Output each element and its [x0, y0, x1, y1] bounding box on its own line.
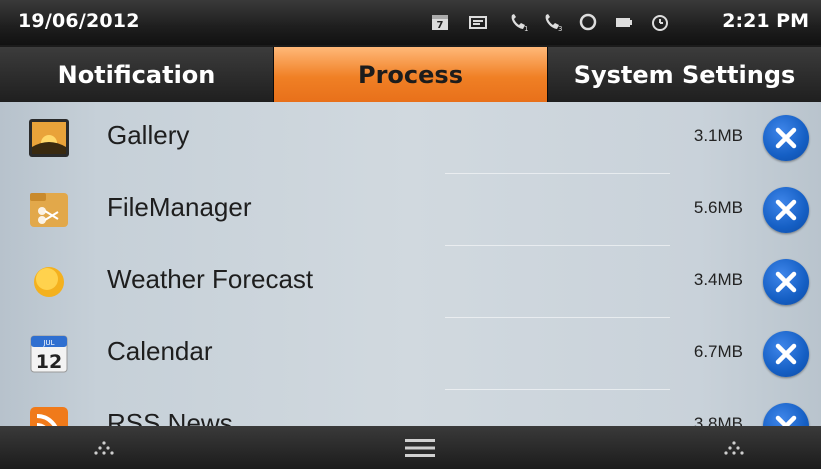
process-size: 5.6MB: [693, 198, 743, 217]
left-dots-button[interactable]: [64, 426, 144, 469]
tab-bar: Notification Process System Settings: [0, 47, 821, 102]
process-size: 6.7MB: [693, 342, 743, 361]
left-dots-icon: [94, 440, 114, 455]
process-row-weather[interactable]: Weather Forecast 3.4MB: [0, 246, 821, 318]
process-name: FileManager: [107, 192, 252, 222]
process-size: 3.8MB: [693, 414, 743, 426]
close-icon: [775, 199, 797, 221]
call-line-1-icon: 1: [511, 14, 528, 32]
process-row-calendar[interactable]: JUL 12 Calendar 6.7MB: [0, 318, 821, 390]
process-name: Calendar: [107, 336, 213, 366]
calendar-icon-day: 12: [36, 351, 62, 373]
voicemail-icon: [469, 16, 487, 29]
svg-text:1: 1: [524, 25, 528, 32]
process-screen: 19/06/2012 7 1 3 2:21 PM Notification Pr…: [0, 0, 821, 469]
svg-text:7: 7: [437, 20, 444, 31]
status-date: 19/06/2012: [18, 10, 140, 32]
status-bar: 19/06/2012 7 1 3 2:21 PM: [0, 0, 821, 45]
tab-system-settings[interactable]: System Settings: [548, 47, 821, 102]
call-line-3-icon: 3: [545, 14, 562, 32]
kill-process-button[interactable]: [763, 403, 809, 426]
process-size: 3.4MB: [693, 270, 743, 289]
process-name: Gallery: [107, 120, 190, 150]
calendar-icon-month: JUL: [42, 339, 54, 347]
kill-process-button[interactable]: [763, 259, 809, 305]
menu-button[interactable]: [380, 426, 460, 469]
tab-notification[interactable]: Notification: [0, 47, 274, 102]
status-time: 2:21 PM: [722, 10, 809, 32]
close-icon: [775, 415, 797, 426]
kill-process-button[interactable]: [763, 187, 809, 233]
calendar-7-icon: 7: [432, 15, 448, 31]
kill-process-button[interactable]: [763, 331, 809, 377]
gallery-icon: [29, 119, 69, 157]
close-icon: [775, 127, 797, 149]
tab-process[interactable]: Process: [274, 47, 548, 102]
process-size: 3.1MB: [693, 126, 743, 145]
process-name: RSS News: [107, 408, 233, 426]
sync-icon: [579, 13, 597, 31]
close-icon: [775, 271, 797, 293]
weather-icon: [34, 267, 64, 297]
calendar-icon: JUL 12: [30, 335, 68, 373]
bottom-nav-bar: [0, 426, 821, 469]
svg-text:3: 3: [558, 25, 562, 32]
process-row-filemanager[interactable]: FileManager 5.6MB: [0, 174, 821, 246]
process-row-rss-news[interactable]: RSS News 3.8MB: [0, 390, 821, 426]
process-row-gallery[interactable]: Gallery 3.1MB: [0, 102, 821, 174]
right-dots-icon: [724, 440, 744, 455]
rss-icon: [30, 407, 68, 426]
process-name: Weather Forecast: [107, 264, 314, 294]
process-list: Gallery 3.1MB FileManager 5.6MB Weather …: [0, 102, 821, 426]
right-dots-button[interactable]: [694, 426, 774, 469]
menu-icon: [405, 438, 435, 457]
battery-icon: [616, 18, 632, 27]
kill-process-button[interactable]: [763, 115, 809, 161]
file-manager-icon: [30, 193, 68, 227]
alarm-icon: [652, 15, 668, 31]
close-icon: [775, 343, 797, 365]
